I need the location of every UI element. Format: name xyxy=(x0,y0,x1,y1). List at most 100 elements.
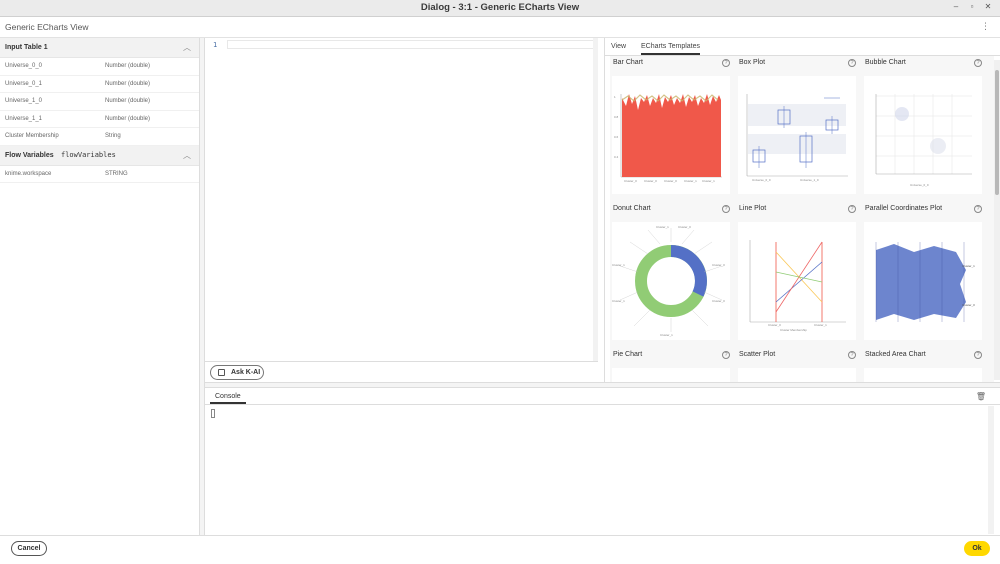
template-title: Donut Chart xyxy=(613,205,651,212)
template-card-bubble-chart[interactable]: Bubble Chart ? Universe_0_0 xyxy=(862,56,985,201)
column-name: Universe_1_1 xyxy=(5,115,43,122)
column-row[interactable]: Universe_0_0 Number (double) xyxy=(0,58,199,76)
bar-chart-thumbnail: 1 0.8 0.6 0.4 Cluster_0 Cluster_0 Cluste… xyxy=(612,76,730,194)
svg-text:0.6: 0.6 xyxy=(614,135,619,139)
more-menu-icon[interactable]: ⋮ xyxy=(981,21,990,32)
column-name: Universe_1_0 xyxy=(5,98,43,104)
column-name: Universe_0_1 xyxy=(5,80,43,87)
svg-text:Cluster_1: Cluster_1 xyxy=(656,225,669,229)
template-title: Box Plot xyxy=(739,59,766,66)
template-card-parallel-coordinates[interactable]: Parallel Coordinates Plot ? Cluster_1 Cl… xyxy=(862,202,985,347)
flow-variable-row[interactable]: knime.workspace STRING xyxy=(0,166,199,183)
svg-text:Cluster_1: Cluster_1 xyxy=(660,333,673,337)
template-card-bar-chart[interactable]: Bar Chart ? 1 0.8 0.6 0.4 Cluster_0 Clus… xyxy=(610,56,733,201)
right-panel: View ECharts Templates Bar Chart ? 1 0.8… xyxy=(604,38,1000,382)
minimize-icon[interactable]: – xyxy=(950,2,962,11)
trash-icon[interactable]: 🗑 xyxy=(976,392,986,401)
ask-k-ai-button[interactable]: Ask K-AI xyxy=(210,365,264,380)
svg-text:Cluster Membership: Cluster Membership xyxy=(780,328,807,332)
tab-console[interactable]: Console xyxy=(210,393,246,404)
svg-text:Cluster_1: Cluster_1 xyxy=(962,264,975,268)
svg-text:Cluster_0: Cluster_0 xyxy=(768,323,781,327)
help-icon[interactable]: ? xyxy=(974,351,982,359)
svg-text:Cluster_0: Cluster_0 xyxy=(962,303,975,307)
window-title: Dialog - 3:1 - Generic ECharts View xyxy=(420,2,580,13)
template-title: Bubble Chart xyxy=(865,59,906,66)
column-row[interactable]: Cluster Membership String xyxy=(0,128,199,146)
svg-text:Cluster_1: Cluster_1 xyxy=(612,299,625,303)
window-titlebar: Dialog - 3:1 - Generic ECharts View – ▫ … xyxy=(0,0,1000,17)
current-line[interactable] xyxy=(227,40,597,49)
pie-chart-thumbnail xyxy=(612,368,730,382)
ask-k-ai-label: Ask K-AI xyxy=(231,369,261,376)
template-title: Pie Chart xyxy=(613,351,643,358)
ok-button[interactable]: Ok xyxy=(964,541,990,556)
svg-text:Cluster_0: Cluster_0 xyxy=(712,263,725,267)
editor-scrollbar[interactable] xyxy=(593,38,598,361)
help-icon[interactable]: ? xyxy=(848,351,856,359)
line-plot-thumbnail: Cluster_0 Cluster_1 Cluster Membership xyxy=(738,222,856,340)
column-type: Number (double) xyxy=(105,63,151,69)
parallel-coordinates-thumbnail: Cluster_1 Cluster_0 xyxy=(864,222,982,340)
column-name: Universe_0_0 xyxy=(5,63,43,69)
stacked-area-chart-thumbnail xyxy=(864,368,982,382)
template-title: Parallel Coordinates Plot xyxy=(865,205,943,212)
column-type: Number (double) xyxy=(105,80,151,87)
column-row[interactable]: Universe_1_0 Number (double) xyxy=(0,93,199,111)
svg-text:Cluster_0: Cluster_0 xyxy=(678,225,691,229)
svg-text:Cluster_1: Cluster_1 xyxy=(684,179,697,183)
help-icon[interactable]: ? xyxy=(848,205,856,213)
restore-icon[interactable]: ▫ xyxy=(966,2,978,11)
column-row[interactable]: Universe_1_1 Number (double) xyxy=(0,111,199,128)
help-icon[interactable]: ? xyxy=(722,205,730,213)
close-icon[interactable]: ✕ xyxy=(982,2,994,11)
help-icon[interactable]: ? xyxy=(974,205,982,213)
tab-view[interactable]: View xyxy=(611,43,626,50)
column-row[interactable]: Universe_0_1 Number (double) xyxy=(0,76,199,93)
ai-chat-icon xyxy=(218,369,225,376)
console-input[interactable] xyxy=(211,409,215,418)
input-table-header[interactable]: Input Table 1 ︿ xyxy=(0,38,199,58)
svg-text:0.4: 0.4 xyxy=(614,155,619,159)
template-title: Scatter Plot xyxy=(739,351,776,358)
template-title: Stacked Area Chart xyxy=(865,351,926,358)
svg-text:Universe_0_0: Universe_0_0 xyxy=(910,183,929,187)
scrollbar-thumb[interactable] xyxy=(995,70,999,195)
console-scrollbar[interactable] xyxy=(988,406,994,534)
flow-variables-code: flowVariables xyxy=(61,150,116,159)
help-icon[interactable]: ? xyxy=(974,59,982,67)
svg-text:Cluster_1: Cluster_1 xyxy=(814,323,827,327)
donut-chart-thumbnail: Cluster_1 Cluster_0 Cluster_1 Cluster_0 … xyxy=(612,222,730,340)
ask-bar: Ask K-AI xyxy=(205,361,598,382)
column-type: Number (double) xyxy=(105,115,151,122)
svg-text:Universe_1_0: Universe_1_0 xyxy=(800,178,819,182)
flow-variables-title: Flow Variables xyxy=(5,151,54,159)
help-icon[interactable]: ? xyxy=(722,351,730,359)
svg-text:Cluster_0: Cluster_0 xyxy=(644,179,657,183)
template-card-donut-chart[interactable]: Donut Chart ? Cluster_1 Cluster_0 Cluste… xyxy=(610,202,733,347)
template-title: Bar Chart xyxy=(613,59,643,66)
template-card-stacked-area-chart[interactable]: Stacked Area Chart ? xyxy=(862,348,985,382)
help-icon[interactable]: ? xyxy=(848,59,856,67)
templates-scrollbar[interactable] xyxy=(994,60,1000,380)
help-icon[interactable]: ? xyxy=(722,59,730,67)
template-card-scatter-plot[interactable]: Scatter Plot ? xyxy=(736,348,859,382)
template-card-pie-chart[interactable]: Pie Chart ? xyxy=(610,348,733,382)
svg-text:Cluster_1: Cluster_1 xyxy=(702,179,715,183)
template-card-line-plot[interactable]: Line Plot ? Cluster_0 Cluster_1 Cluster … xyxy=(736,202,859,347)
flow-variables-header[interactable]: Flow Variables flowVariables ︿ xyxy=(0,145,199,166)
svg-text:1: 1 xyxy=(614,95,616,99)
cancel-button[interactable]: Cancel xyxy=(11,541,47,556)
template-card-box-plot[interactable]: Box Plot ? Universe_0_0 Universe_1_0 xyxy=(736,56,859,201)
dialog-header: Generic ECharts View ⋮ xyxy=(0,17,1000,38)
flow-variable-name: knime.workspace xyxy=(5,170,52,177)
svg-text:0.8: 0.8 xyxy=(614,115,619,119)
chevron-up-icon[interactable]: ︿ xyxy=(183,150,191,161)
scatter-plot-thumbnail xyxy=(738,368,856,382)
svg-text:Cluster_0: Cluster_0 xyxy=(664,179,677,183)
tab-echarts-templates[interactable]: ECharts Templates xyxy=(641,43,701,55)
console-panel: Console 🗑 xyxy=(205,388,1000,535)
chevron-up-icon[interactable]: ︿ xyxy=(183,42,191,53)
code-editor[interactable]: 1 xyxy=(205,38,598,361)
dialog-title: Generic ECharts View xyxy=(5,22,89,32)
